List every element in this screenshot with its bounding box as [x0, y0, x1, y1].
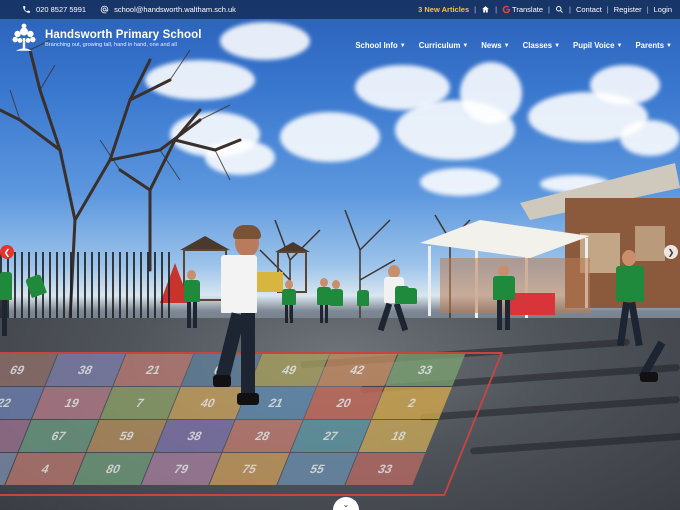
separator: | [548, 5, 550, 14]
separator: | [646, 5, 649, 14]
grid-cell: 27 [290, 420, 371, 452]
search-icon[interactable] [555, 5, 564, 14]
separator: | [606, 5, 609, 14]
home-icon[interactable] [481, 5, 490, 14]
register-link[interactable]: Register [614, 5, 642, 14]
contact-link[interactable]: Contact [576, 5, 602, 14]
chevron-left-icon: ❮ [3, 247, 11, 257]
translate-label: Translate [512, 5, 544, 14]
caret-down-icon: ▼ [462, 42, 469, 49]
nav-classes[interactable]: Classes ▼ [523, 41, 560, 50]
nav-label: Pupil Voice [573, 41, 615, 50]
caret-down-icon: ▼ [503, 42, 510, 49]
chevron-down-icon: ⌄ [342, 500, 350, 509]
grid-cell: 33 [385, 354, 466, 386]
nav-label: Classes [522, 41, 553, 50]
grid-cell: 18 [358, 420, 439, 452]
caret-down-icon: ▼ [399, 42, 406, 49]
grid-cell: 7 [100, 387, 180, 419]
grid-cell: 2 [372, 387, 452, 419]
nav-school-info[interactable]: School Info ▼ [355, 41, 405, 50]
nav-label: Parents [635, 41, 665, 50]
caret-down-icon: ▼ [666, 42, 672, 49]
nav-parents[interactable]: Parents ▼ [635, 41, 672, 50]
school-tagline: Branching out, growing tall, hand in han… [45, 41, 177, 48]
grid-cell: 38 [45, 354, 126, 386]
separator: | [568, 5, 571, 14]
caret-down-icon: ▼ [616, 42, 623, 49]
slider-prev-button[interactable]: ❮ [0, 245, 14, 259]
nav-news[interactable]: News ▼ [481, 41, 509, 50]
phone-link[interactable]: 020 8527 5991 [22, 5, 86, 14]
slider-next-button[interactable]: ❯ [664, 245, 678, 259]
grid-cell: 59 [86, 420, 167, 452]
separator: | [495, 5, 498, 14]
grid-cell: 75 [209, 453, 290, 485]
chevron-right-icon: ❯ [667, 247, 675, 257]
translate-button[interactable]: Translate [502, 5, 543, 14]
nav-pupil-voice[interactable]: Pupil Voice ▼ [573, 41, 622, 50]
grid-cell: 21 [113, 354, 194, 386]
grid-cell: 19 [32, 387, 112, 419]
phone-number: 020 8527 5991 [36, 5, 87, 14]
separator: | [474, 5, 477, 14]
caret-down-icon: ▼ [554, 42, 561, 49]
phone-icon [23, 6, 30, 13]
grid-cell: 33 [345, 453, 426, 485]
hero-image: 6938216049423322197402120216759382827181… [0, 0, 680, 510]
page: 6938216049423322197402120216759382827181… [0, 0, 680, 510]
nav-curriculum[interactable]: Curriculum ▼ [419, 41, 469, 50]
nav-label: News [481, 41, 502, 50]
google-g-icon [502, 5, 511, 14]
grid-cell: 79 [141, 453, 222, 485]
grid-cell: 55 [277, 453, 358, 485]
grid-cell: 80 [73, 453, 154, 485]
nav-label: Curriculum [418, 41, 461, 50]
grid-cell: 4 [5, 453, 86, 485]
tree-logo-icon [12, 23, 36, 51]
nav-label: School Info [355, 41, 398, 50]
top-bar: 020 8527 5991 school@handsworth.waltham.… [0, 0, 680, 19]
email-icon [100, 5, 109, 14]
school-name: Handsworth Primary School [45, 28, 202, 41]
grid-cell: 20 [304, 387, 384, 419]
login-link[interactable]: Login [654, 5, 672, 14]
email-link[interactable]: school@handsworth.waltham.sch.uk [100, 5, 236, 14]
email-address: school@handsworth.waltham.sch.uk [114, 5, 236, 14]
new-articles-link[interactable]: 3 New Articles [418, 5, 469, 14]
main-nav: School Info ▼ Curriculum ▼ News ▼ Classes ▼ … [355, 41, 672, 50]
school-logo-link[interactable]: Handsworth Primary School Branching out,… [8, 22, 202, 54]
grid-cell: 42 [317, 354, 398, 386]
grid-cell: 67 [18, 420, 99, 452]
